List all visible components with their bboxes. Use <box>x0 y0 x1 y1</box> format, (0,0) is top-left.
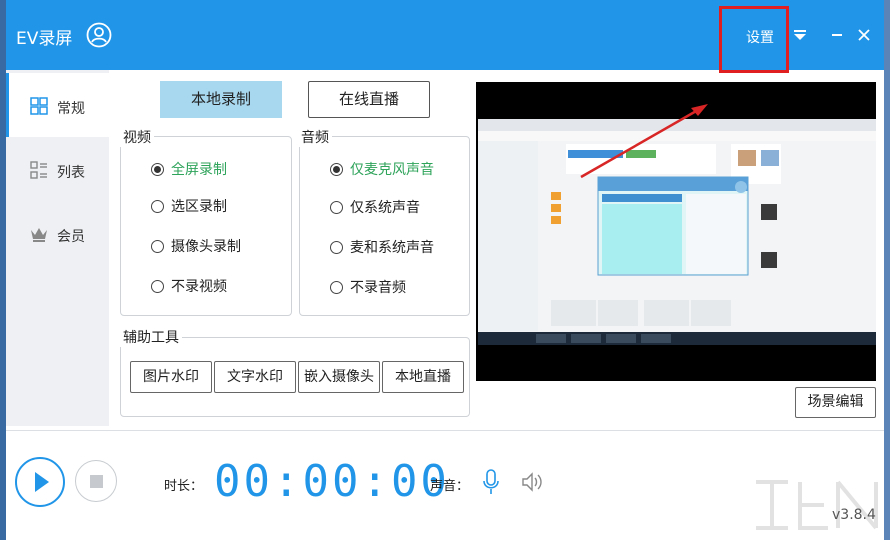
radio-icon <box>330 280 343 294</box>
audio-option-mic-only[interactable]: 仅麦克风声音 <box>330 159 434 179</box>
sidebar-item-label: 会员 <box>57 229 85 245</box>
live-stream-button[interactable]: 在线直播 <box>308 81 430 118</box>
audio-option-mic-and-system[interactable]: 麦和系统声音 <box>330 237 434 257</box>
local-live-button[interactable]: 本地直播 <box>382 361 464 393</box>
divider <box>6 430 884 431</box>
video-option-none[interactable]: 不录视频 <box>151 276 227 296</box>
grid-icon <box>30 97 48 115</box>
option-label: 仅系统声音 <box>350 200 420 216</box>
stop-icon <box>90 475 103 488</box>
stop-button[interactable] <box>75 460 117 502</box>
video-option-camera[interactable]: 摄像头录制 <box>151 236 241 256</box>
user-icon[interactable] <box>86 22 112 48</box>
radio-icon <box>151 199 164 213</box>
play-icon <box>35 472 49 492</box>
option-label: 选区录制 <box>171 199 227 215</box>
speaker-icon[interactable] <box>521 471 543 493</box>
text-watermark-button[interactable]: 文字水印 <box>214 361 296 393</box>
desktop-edge-right <box>884 0 890 540</box>
sidebar-item-member[interactable]: 会员 <box>6 201 109 265</box>
radio-icon <box>151 239 164 253</box>
scene-edit-button[interactable]: 场景编辑 <box>795 387 876 418</box>
audio-group-title: 音频 <box>298 127 332 147</box>
active-indicator <box>6 73 9 137</box>
local-record-button[interactable]: 本地录制 <box>160 81 282 118</box>
audio-option-none[interactable]: 不录音频 <box>330 277 406 297</box>
radio-icon <box>330 240 343 254</box>
sidebar-item-label: 常规 <box>57 101 85 117</box>
duration-label: 时长： <box>164 479 204 494</box>
timer-display: 00:00:00 <box>214 456 450 507</box>
minimize-icon[interactable] <box>832 34 842 36</box>
option-label: 全屏录制 <box>171 162 227 178</box>
audio-option-system-only[interactable]: 仅系统声音 <box>330 197 420 217</box>
video-group-title: 视频 <box>120 127 154 147</box>
tools-group-title: 辅助工具 <box>120 327 182 347</box>
screen-preview <box>476 82 876 381</box>
embed-camera-button[interactable]: 嵌入摄像头 <box>298 361 380 393</box>
option-label: 不录音频 <box>350 280 406 296</box>
video-option-fullscreen[interactable]: 全屏录制 <box>151 159 227 179</box>
dropdown-menu-icon[interactable] <box>794 30 806 40</box>
video-option-region[interactable]: 选区录制 <box>151 196 227 216</box>
sound-label: 声音： <box>430 479 470 494</box>
list-icon <box>30 161 47 179</box>
app-title: EV录屏 <box>16 29 73 49</box>
radio-icon <box>330 200 343 214</box>
option-label: 摄像头录制 <box>171 239 241 255</box>
watermark-logo <box>756 480 878 530</box>
version-label: v3.8.4 <box>832 507 876 523</box>
radio-icon <box>151 279 164 293</box>
crown-icon <box>31 228 47 242</box>
option-label: 不录视频 <box>171 279 227 295</box>
close-icon[interactable] <box>857 28 871 42</box>
option-label: 麦和系统声音 <box>350 240 434 256</box>
play-button[interactable] <box>15 457 65 507</box>
radio-icon <box>151 162 164 176</box>
radio-icon <box>330 162 343 176</box>
sidebar-item-label: 列表 <box>57 165 85 181</box>
sidebar-item-general[interactable]: 常规 <box>6 73 109 137</box>
microphone-icon[interactable] <box>482 469 500 495</box>
sidebar-item-list[interactable]: 列表 <box>6 137 109 201</box>
image-watermark-button[interactable]: 图片水印 <box>130 361 212 393</box>
settings-highlight-box <box>719 6 789 73</box>
app-window: EV录屏 设置 常规 列表 会员 本地录制 在线直播 视频 全屏录制 选区录制 … <box>6 0 884 540</box>
sidebar: 常规 列表 会员 <box>6 70 109 426</box>
option-label: 仅麦克风声音 <box>350 162 434 178</box>
desktop-preview-image <box>476 82 876 381</box>
